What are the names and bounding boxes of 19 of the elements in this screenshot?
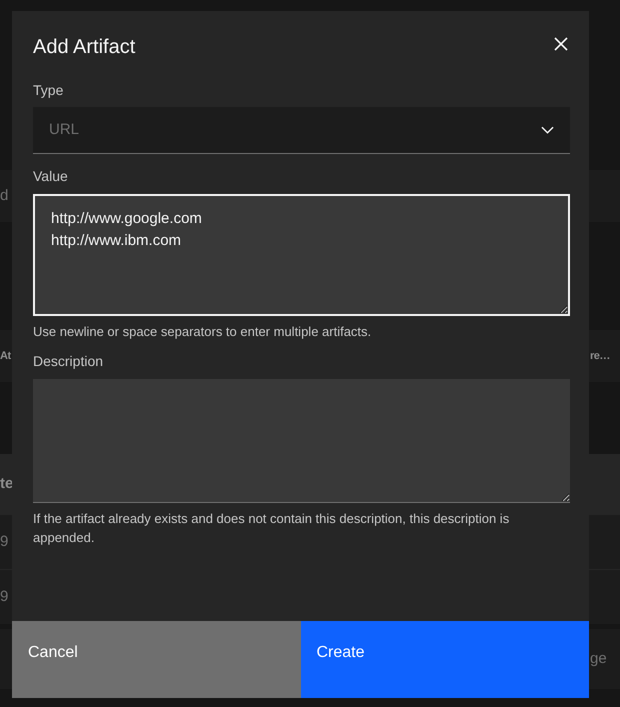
select-value: URL bbox=[49, 120, 80, 140]
table-text: 9 bbox=[0, 532, 10, 552]
field-label: Type bbox=[33, 81, 64, 99]
table-text: te bbox=[0, 474, 12, 494]
table-text: ge bbox=[589, 648, 608, 669]
close-icon[interactable] bbox=[553, 36, 569, 52]
chevron-down-icon bbox=[541, 126, 554, 134]
table-text: d bbox=[0, 186, 10, 206]
value-textarea[interactable]: http://www.google.com http://www.ibm.com bbox=[33, 194, 570, 316]
table-text: At bbox=[0, 348, 12, 364]
table-text: 9 bbox=[0, 586, 10, 607]
create-button[interactable]: Create bbox=[300, 621, 589, 698]
table-text: re… bbox=[589, 348, 611, 364]
helper-text: If the artifact already exists and does not contain this description, this description is appended. bbox=[33, 510, 510, 547]
field-label: Description bbox=[33, 352, 104, 370]
dialog-title: Add Artifact bbox=[33, 35, 136, 60]
cancel-button[interactable]: Cancel bbox=[12, 621, 300, 698]
helper-text: Use newline or space separators to enter multiple artifacts. bbox=[33, 323, 372, 341]
field-label: Value bbox=[33, 167, 69, 185]
